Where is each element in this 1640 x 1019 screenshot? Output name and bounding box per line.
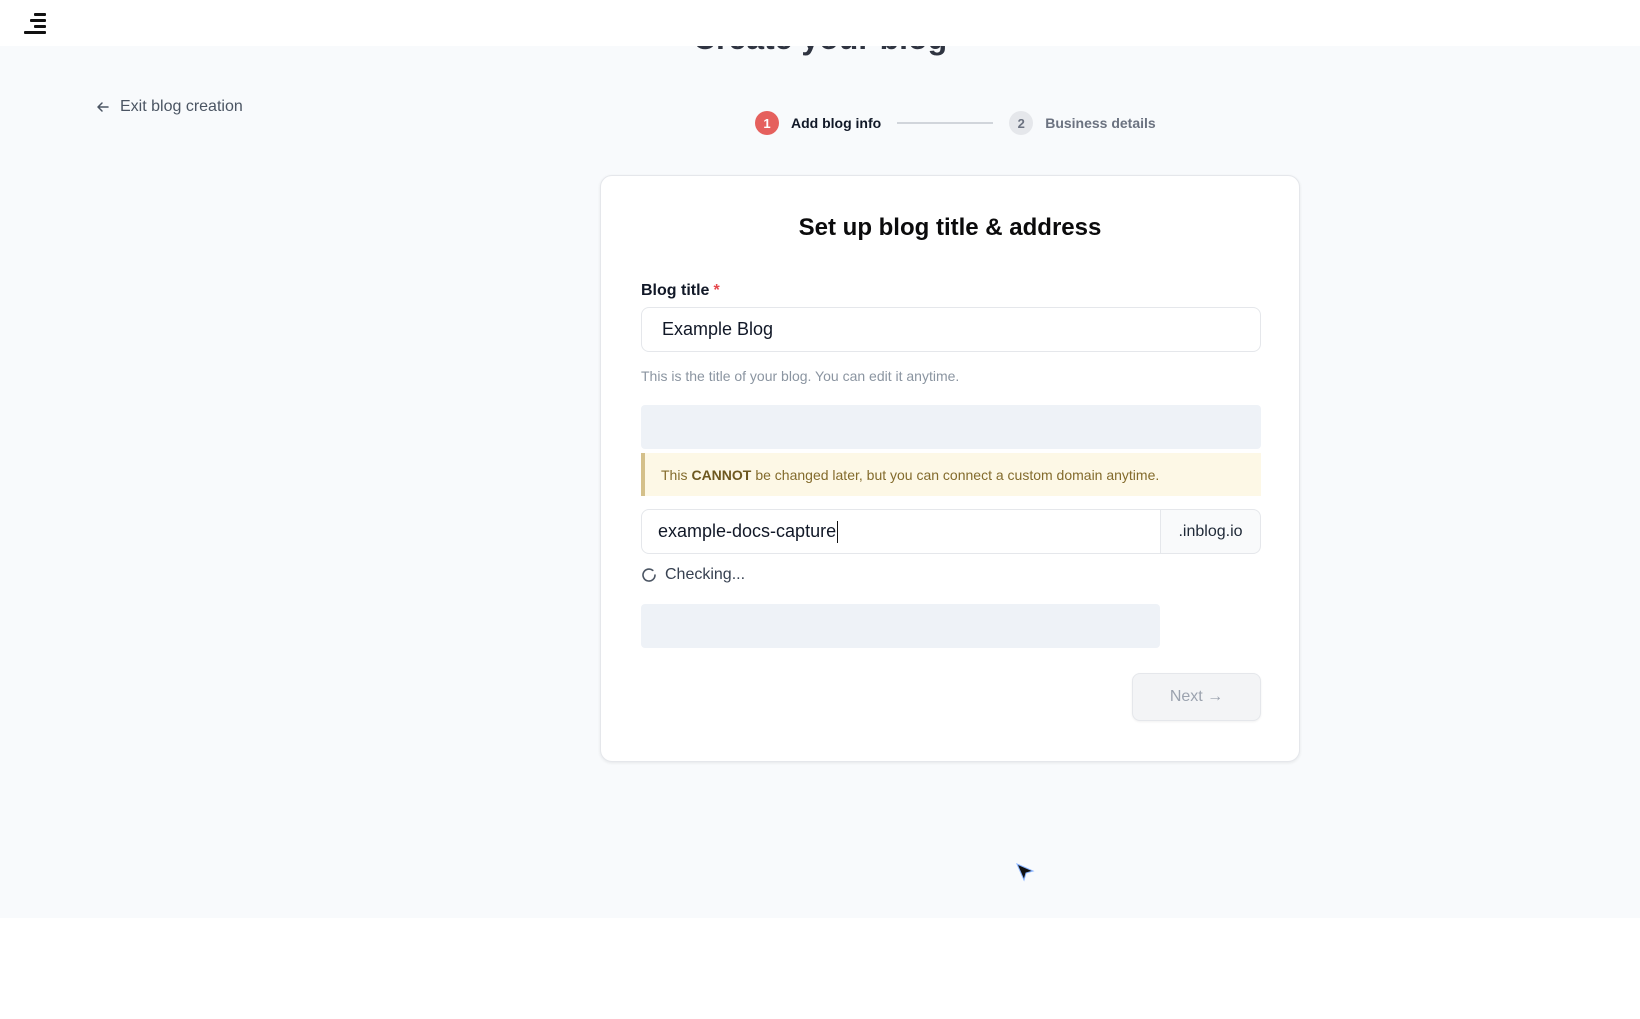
blog-title-label-text: Blog title bbox=[641, 282, 710, 299]
top-bar bbox=[0, 0, 1640, 46]
step-label: Business details bbox=[1045, 115, 1156, 131]
status-text: Checking... bbox=[665, 566, 746, 583]
warning-prefix: This bbox=[661, 466, 688, 483]
arrow-left-icon bbox=[97, 102, 109, 112]
loading-skeleton bbox=[641, 405, 1261, 449]
warning-suffix: be changed later, but you can connect a … bbox=[755, 466, 1160, 483]
availability-status: Checking... bbox=[641, 566, 745, 584]
domain-suffix: .inblog.io bbox=[1160, 509, 1261, 554]
blog-title-input[interactable]: Example Blog bbox=[641, 307, 1261, 352]
exit-blog-creation-link[interactable]: Exit blog creation bbox=[96, 98, 243, 116]
page-title: Create your blog bbox=[0, 46, 1640, 57]
blog-title-value: Example Blog bbox=[662, 319, 774, 339]
loading-skeleton bbox=[641, 604, 1160, 648]
main-stage: Create your blog Exit blog creation 1 Ad… bbox=[0, 46, 1640, 918]
card-title: Set up blog title & address bbox=[798, 214, 1102, 241]
step-number: 1 bbox=[755, 111, 779, 135]
step-connector bbox=[897, 122, 994, 124]
blog-title-helper: This is the title of your blog. You can … bbox=[641, 368, 960, 384]
stepper: 1 Add blog info 2 Business details bbox=[755, 111, 1156, 135]
text-caret bbox=[837, 520, 839, 543]
blog-address-value: example-docs-capture bbox=[658, 521, 837, 541]
exit-label: Exit blog creation bbox=[120, 98, 243, 115]
blog-title-label: Blog title * bbox=[641, 282, 720, 300]
required-mark: * bbox=[713, 282, 720, 299]
step-add-blog-info: 1 Add blog info bbox=[755, 111, 881, 135]
address-warning: This CANNOT be changed later, but you ca… bbox=[641, 453, 1261, 496]
mouse-pointer-icon bbox=[1016, 863, 1035, 882]
setup-card: Set up blog title & address Blog title * … bbox=[600, 175, 1300, 762]
hamburger-logo-icon[interactable] bbox=[24, 13, 46, 35]
step-number: 2 bbox=[1009, 111, 1034, 135]
next-button[interactable]: Next → bbox=[1132, 673, 1261, 721]
step-business-details: 2 Business details bbox=[1009, 111, 1156, 135]
blog-address-input[interactable]: example-docs-capture bbox=[641, 509, 1161, 554]
warning-emphasis: CANNOT bbox=[691, 466, 752, 483]
step-label: Add blog info bbox=[791, 115, 882, 131]
spinner-icon bbox=[642, 568, 656, 582]
